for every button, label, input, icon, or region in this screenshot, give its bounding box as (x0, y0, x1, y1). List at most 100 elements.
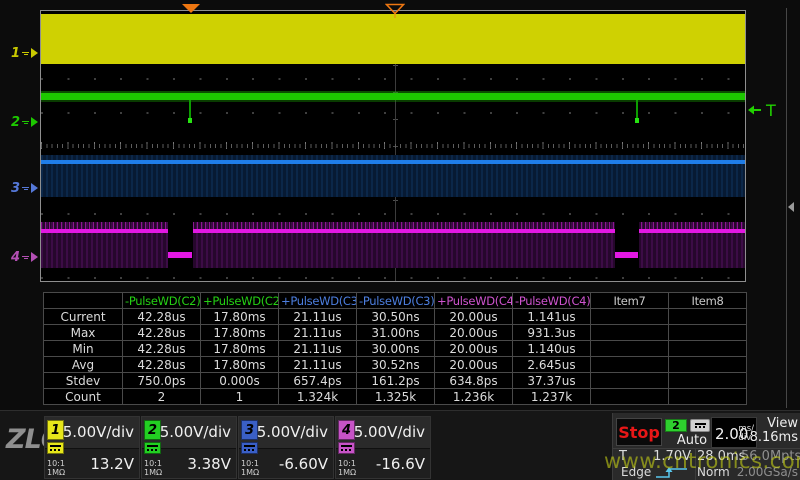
measurement-value: 2.645us (513, 357, 591, 373)
ch1-volts-per-div: 5.00V/div (63, 423, 134, 441)
measurement-value: 20.00us (435, 357, 513, 373)
measurement-value: 42.28us (123, 325, 201, 341)
measurement-value: 42.28us (123, 341, 201, 357)
measurement-value: 21.11us (279, 341, 357, 357)
measurement-row-label: Count (44, 389, 123, 405)
ch3-level-marker[interactable]: 3 (4, 180, 38, 196)
ch4-volts-per-div: 5.00V/div (354, 423, 425, 441)
measurement-row-label: Stdev (44, 373, 123, 389)
ch1-badge[interactable]: 1 (47, 420, 64, 440)
measurement-row: Avg42.28us17.80ms21.11us30.52ns20.00us2.… (44, 357, 747, 373)
side-panel-handle-icon[interactable] (788, 202, 794, 212)
ch2-dc-coupling-icon (144, 442, 161, 454)
measurement-row: Max42.28us17.80ms21.11us31.00ns20.00us93… (44, 325, 747, 341)
measurement-value: 42.28us (123, 357, 201, 373)
measurement-value: 0.000s (201, 373, 279, 389)
ch1-level-marker[interactable]: 1 (4, 45, 38, 61)
measurement-row: Count211.324k1.325k1.236k1.237k (44, 389, 747, 405)
measurement-value (669, 325, 747, 341)
measurement-row: Min42.28us17.80ms21.11us30.00ns20.00us1.… (44, 341, 747, 357)
measurement-header-row: -PulseWD(C2)+PulseWD(C2)+PulseWD(C3)-Pul… (44, 293, 747, 309)
ch2-negative-pulse-tip (635, 118, 639, 123)
measurement-value (669, 309, 747, 325)
measurement-column-header: Item8 (669, 293, 747, 309)
right-panel-border (786, 8, 787, 408)
ch3-badge[interactable]: 3 (241, 420, 258, 440)
measurement-value: 17.80ms (201, 341, 279, 357)
ch3-marker-label: 3 (11, 181, 20, 196)
measurement-value: 1.141us (513, 309, 591, 325)
ch4-level-marker[interactable]: 4 (4, 249, 38, 265)
measurement-value: 21.11us (279, 309, 357, 325)
ch4-low-pulse-segment (615, 252, 638, 258)
graticule-center-axis-minor-ticks (41, 144, 745, 148)
run-state-button[interactable]: Stop (616, 418, 662, 446)
trigger-source-badge[interactable]: 2 (665, 419, 687, 432)
trigger-level-marker-label: T (766, 101, 776, 120)
view-span-box[interactable]: View 8.16ms (733, 417, 798, 447)
ch1-dc-coupling-icon (47, 442, 64, 454)
right-arrow-icon (31, 252, 38, 262)
ch2-badge[interactable]: 2 (144, 420, 161, 440)
measurement-value: 657.4ps (279, 373, 357, 389)
measurement-value: 31.00ns (357, 325, 435, 341)
ch1-offset: 13.2V (90, 455, 134, 473)
ch4-settings-block[interactable]: 4 10:11MΩ 5.00V/div -16.6V (335, 416, 431, 479)
ch3-probe-info: 10:11MΩ (241, 460, 259, 477)
measurement-value: 1.325k (357, 389, 435, 405)
measurement-value: 750.0ps (123, 373, 201, 389)
measurement-column-header: +PulseWD(C2) (201, 293, 279, 309)
measurement-value (591, 389, 669, 405)
measurement-value: 20.00us (435, 309, 513, 325)
measurement-value: 1.324k (279, 389, 357, 405)
measurement-row: Stdev750.0ps0.000s657.4ps161.2ps634.8ps3… (44, 373, 747, 389)
ch3-volts-per-div: 5.00V/div (257, 423, 328, 441)
measurement-column-header: -PulseWD(C4) (513, 293, 591, 309)
ch4-low-pulse-segment (168, 252, 192, 258)
horizontal-delay-marker-icon[interactable] (182, 4, 200, 13)
measurement-value (591, 325, 669, 341)
measurement-value: 30.00ns (357, 341, 435, 357)
measurement-value: 931.3us (513, 325, 591, 341)
ch3-dc-coupling-icon (241, 442, 258, 454)
measurement-value (591, 373, 669, 389)
ch4-probe-info: 10:11MΩ (338, 460, 356, 477)
measurement-value: 1.140us (513, 341, 591, 357)
ch2-volts-per-div: 5.00V/div (160, 423, 231, 441)
ground-icon (22, 256, 29, 259)
measurement-value: 161.2ps (357, 373, 435, 389)
left-arrow-icon (748, 105, 762, 115)
ch4-low-pulse-gap (168, 221, 193, 269)
ch2-marker-label: 2 (11, 115, 20, 130)
measurement-value: 17.80ms (201, 357, 279, 373)
ch3-trace (41, 160, 745, 164)
measurement-row-label: Min (44, 341, 123, 357)
ground-icon (22, 52, 29, 55)
measurement-value (669, 373, 747, 389)
measurement-value: 17.80ms (201, 325, 279, 341)
measurement-value: 42.28us (123, 309, 201, 325)
trigger-coupling-icon[interactable] (690, 419, 710, 432)
ch2-probe-info: 10:11MΩ (144, 460, 162, 477)
ch4-marker-label: 4 (11, 250, 20, 265)
measurement-value: 20.00us (435, 325, 513, 341)
ch3-settings-block[interactable]: 3 10:11MΩ 5.00V/div -6.60V (238, 416, 334, 479)
trigger-position-marker-icon[interactable] (385, 3, 405, 23)
view-span-value: 8.16ms (750, 430, 798, 445)
ch4-trace (41, 229, 745, 233)
measurement-value (669, 341, 747, 357)
ch1-settings-block[interactable]: 1 10:11MΩ 5.00V/div 13.2V (44, 416, 140, 479)
measurement-value: 20.00us (435, 341, 513, 357)
ground-icon (22, 121, 29, 124)
oscilloscope-screen: 1 2 3 4 T -PulseWD(C2)+PulseWD(C2)+Pulse… (0, 0, 800, 480)
measurement-table: -PulseWD(C2)+PulseWD(C2)+PulseWD(C3)-Pul… (43, 292, 747, 405)
trigger-level-marker[interactable]: T (748, 101, 776, 119)
right-arrow-icon (31, 48, 38, 58)
ground-icon (22, 187, 29, 190)
measurement-value: 17.80ms (201, 309, 279, 325)
ch2-settings-block[interactable]: 2 10:11MΩ 5.00V/div 3.38V (141, 416, 237, 479)
ch2-level-marker[interactable]: 2 (4, 114, 38, 130)
ch1-probe-info: 10:11MΩ (47, 460, 65, 477)
ch4-badge[interactable]: 4 (338, 420, 355, 440)
ch2-trace-noise-fringe (41, 100, 745, 102)
